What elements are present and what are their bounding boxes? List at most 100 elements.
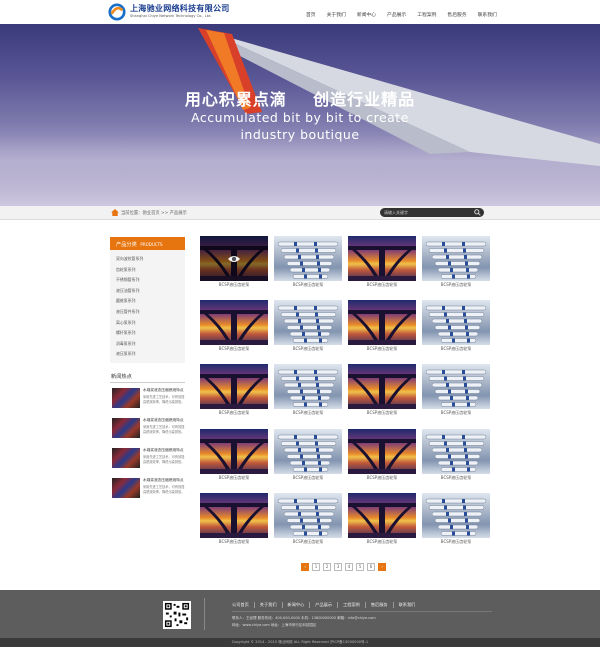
footer-nav-news[interactable]: 新闻中心 — [281, 602, 310, 608]
product-image[interactable] — [200, 429, 268, 474]
product-card[interactable]: BCSP液压齿轮泵 — [200, 236, 268, 288]
product-card[interactable]: BCSP液压齿轮泵 — [200, 429, 268, 481]
product-card[interactable]: BCSP液压齿轮泵 — [348, 300, 416, 352]
category-item[interactable]: 液压油管系列 — [110, 285, 185, 296]
nav-item-news[interactable]: 新闻中心 — [357, 11, 376, 19]
nav-item-contact[interactable]: 联系我们 — [478, 11, 497, 19]
product-image[interactable] — [348, 493, 416, 538]
product-caption[interactable]: BCSP液压齿轮泵 — [422, 539, 490, 545]
search-input[interactable] — [384, 209, 472, 216]
product-image[interactable] — [422, 300, 490, 345]
product-card[interactable]: BCSP液压齿轮泵 — [200, 493, 268, 545]
product-caption[interactable]: BCSP液压齿轮泵 — [422, 346, 490, 352]
category-item[interactable]: 不锈钢管系列 — [110, 274, 185, 285]
product-caption[interactable]: BCSP液压齿轮泵 — [200, 282, 268, 288]
product-card[interactable]: BCSP液压齿轮泵 — [274, 429, 342, 481]
news-title[interactable]: 水煤浆液态压缩燃烧特点 — [143, 448, 184, 453]
footer-nav-contact[interactable]: 联系我们 — [392, 602, 421, 608]
news-item[interactable]: 水煤浆液态压缩燃烧特点 采用先进工艺技术，可有效提高燃烧效率，降低污染排放。 — [110, 476, 185, 503]
breadcrumb[interactable]: 当前位置：驰业首页 >> 产品展示 — [121, 210, 187, 216]
product-card[interactable]: BCSP液压齿轮泵 — [348, 364, 416, 416]
news-title[interactable]: 水煤浆液态压缩燃烧特点 — [143, 478, 184, 483]
footer-nav-cases[interactable]: 工程案例 — [337, 602, 365, 608]
nav-item-service[interactable]: 售后服务 — [447, 11, 466, 19]
product-image[interactable] — [422, 236, 490, 281]
product-image[interactable] — [348, 300, 416, 345]
product-caption[interactable]: BCSP液压齿轮泵 — [200, 475, 268, 481]
page-button[interactable]: 5 — [356, 563, 364, 571]
category-item[interactable]: 双向波纹管系列 — [110, 253, 185, 264]
category-item[interactable]: 离心泵系列 — [110, 317, 185, 328]
footer-nav-service[interactable]: 售后服务 — [364, 602, 393, 608]
product-image[interactable] — [274, 300, 342, 345]
category-item[interactable]: 液压管件系列 — [110, 306, 185, 317]
news-thumbnail[interactable] — [112, 447, 140, 468]
product-caption[interactable]: BCSP液压齿轮泵 — [200, 539, 268, 545]
product-caption[interactable]: BCSP液压齿轮泵 — [200, 346, 268, 352]
product-image[interactable] — [422, 429, 490, 474]
category-item[interactable]: 圆锥泵系列 — [110, 295, 185, 306]
news-thumbnail[interactable] — [112, 387, 140, 408]
nav-item-products[interactable]: 产品展示 — [387, 11, 406, 19]
product-image[interactable] — [274, 429, 342, 474]
product-image[interactable] — [200, 300, 268, 345]
company-logo-icon[interactable] — [108, 3, 126, 21]
prev-page-button[interactable]: ‹ — [301, 563, 309, 571]
news-thumbnail[interactable] — [112, 477, 140, 498]
category-item[interactable]: 齿轮泵系列 — [110, 264, 185, 275]
product-card[interactable]: BCSP液压齿轮泵 — [274, 300, 342, 352]
category-item[interactable]: 螺杆泵系列 — [110, 327, 185, 338]
product-card[interactable]: BCSP液压齿轮泵 — [422, 300, 490, 352]
news-thumbnail[interactable] — [112, 417, 140, 438]
news-title[interactable]: 水煤浆液态压缩燃烧特点 — [143, 388, 184, 393]
product-card[interactable]: BCSP液压齿轮泵 — [348, 429, 416, 481]
product-card[interactable]: BCSP液压齿轮泵 — [422, 493, 490, 545]
product-card[interactable]: BCSP液压齿轮泵 — [200, 300, 268, 352]
product-caption[interactable]: BCSP液压齿轮泵 — [422, 410, 490, 416]
product-caption[interactable]: BCSP液压齿轮泵 — [348, 282, 416, 288]
product-caption[interactable]: BCSP液压齿轮泵 — [348, 346, 416, 352]
product-caption[interactable]: BCSP液压齿轮泵 — [422, 282, 490, 288]
product-image[interactable] — [348, 429, 416, 474]
page-button[interactable]: 2 — [323, 563, 331, 571]
footer-nav-about[interactable]: 关于我们 — [253, 602, 282, 608]
product-caption[interactable]: BCSP液压齿轮泵 — [348, 410, 416, 416]
news-item[interactable]: 水煤浆液态压缩燃烧特点 采用先进工艺技术，可有效提高燃烧效率，降低污染排放。 — [110, 386, 185, 413]
product-image[interactable] — [200, 493, 268, 538]
product-caption[interactable]: BCSP液压齿轮泵 — [274, 346, 342, 352]
footer-nav-products[interactable]: 产品展示 — [309, 602, 337, 608]
product-caption[interactable]: BCSP液压齿轮泵 — [422, 475, 490, 481]
product-image[interactable] — [274, 364, 342, 409]
product-image[interactable] — [200, 364, 268, 409]
product-caption[interactable]: BCSP液压齿轮泵 — [200, 410, 268, 416]
search-icon[interactable] — [474, 209, 481, 216]
product-card[interactable]: BCSP液压齿轮泵 — [274, 493, 342, 545]
nav-item-cases[interactable]: 工程案例 — [417, 11, 436, 19]
product-card[interactable]: BCSP液压齿轮泵 — [274, 364, 342, 416]
eye-icon[interactable] — [227, 252, 241, 266]
product-image[interactable] — [274, 493, 342, 538]
nav-item-home[interactable]: 首页 — [306, 11, 316, 19]
product-caption[interactable]: BCSP液压齿轮泵 — [274, 475, 342, 481]
product-caption[interactable]: BCSP液压齿轮泵 — [274, 282, 342, 288]
nav-item-about[interactable]: 关于我们 — [327, 11, 346, 19]
hover-overlay[interactable] — [200, 236, 268, 281]
product-caption[interactable]: BCSP液压齿轮泵 — [348, 539, 416, 545]
category-item[interactable]: 液压泵系列 — [110, 348, 185, 359]
product-card[interactable]: BCSP液压齿轮泵 — [274, 236, 342, 288]
news-item[interactable]: 水煤浆液态压缩燃烧特点 采用先进工艺技术，可有效提高燃烧效率，降低污染排放。 — [110, 446, 185, 473]
product-card[interactable]: BCSP液压齿轮泵 — [348, 493, 416, 545]
product-card[interactable]: BCSP液压齿轮泵 — [422, 364, 490, 416]
page-button[interactable]: 6 — [367, 563, 375, 571]
next-page-button[interactable]: › — [378, 563, 386, 571]
footer-nav-home[interactable]: 公司首页 — [232, 602, 254, 608]
product-card[interactable]: BCSP液压齿轮泵 — [422, 236, 490, 288]
product-image[interactable] — [348, 364, 416, 409]
category-item[interactable]: 消毒泵系列 — [110, 338, 185, 349]
product-image[interactable] — [348, 236, 416, 281]
news-title[interactable]: 水煤浆液态压缩燃烧特点 — [143, 418, 184, 423]
product-card[interactable]: BCSP液压齿轮泵 — [422, 429, 490, 481]
product-image[interactable] — [422, 364, 490, 409]
news-item[interactable]: 水煤浆液态压缩燃烧特点 采用先进工艺技术，可有效提高燃烧效率，降低污染排放。 — [110, 416, 185, 443]
product-card[interactable]: BCSP液压齿轮泵 — [200, 364, 268, 416]
